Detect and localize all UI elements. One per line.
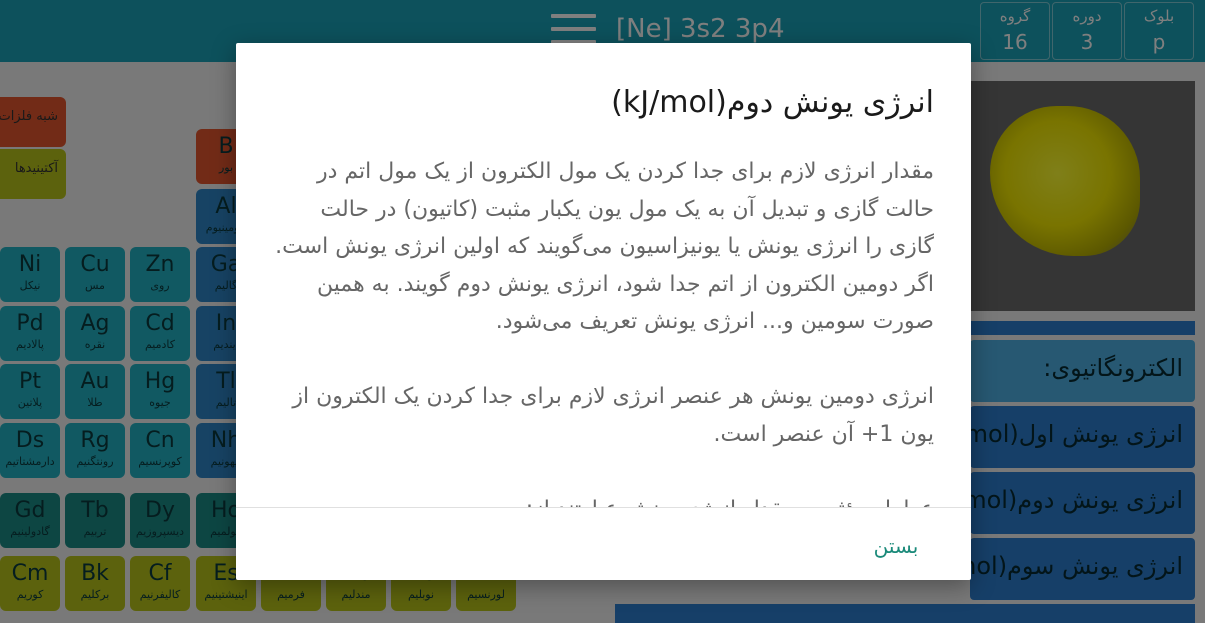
dialog-title: انرژی یونش دوم(kJ/mol) [611, 85, 934, 120]
dialog-paragraph: انرژی دومین یونش هر عنصر انرژی لازم برای… [292, 384, 934, 447]
info-dialog: انرژی یونش دوم(kJ/mol) مقدار انرژی لازم … [236, 43, 971, 580]
dialog-divider [236, 507, 971, 508]
close-button[interactable]: بستن [866, 528, 926, 564]
dialog-body[interactable]: مقدار انرژی لازم برای جدا کردن یک مول ال… [273, 153, 934, 507]
dialog-paragraph: عوامل مؤثر بر مقدار انرژی یونش عبارتند ا… [273, 491, 934, 508]
dialog-paragraph: مقدار انرژی لازم برای جدا کردن یک مول ال… [275, 159, 934, 334]
